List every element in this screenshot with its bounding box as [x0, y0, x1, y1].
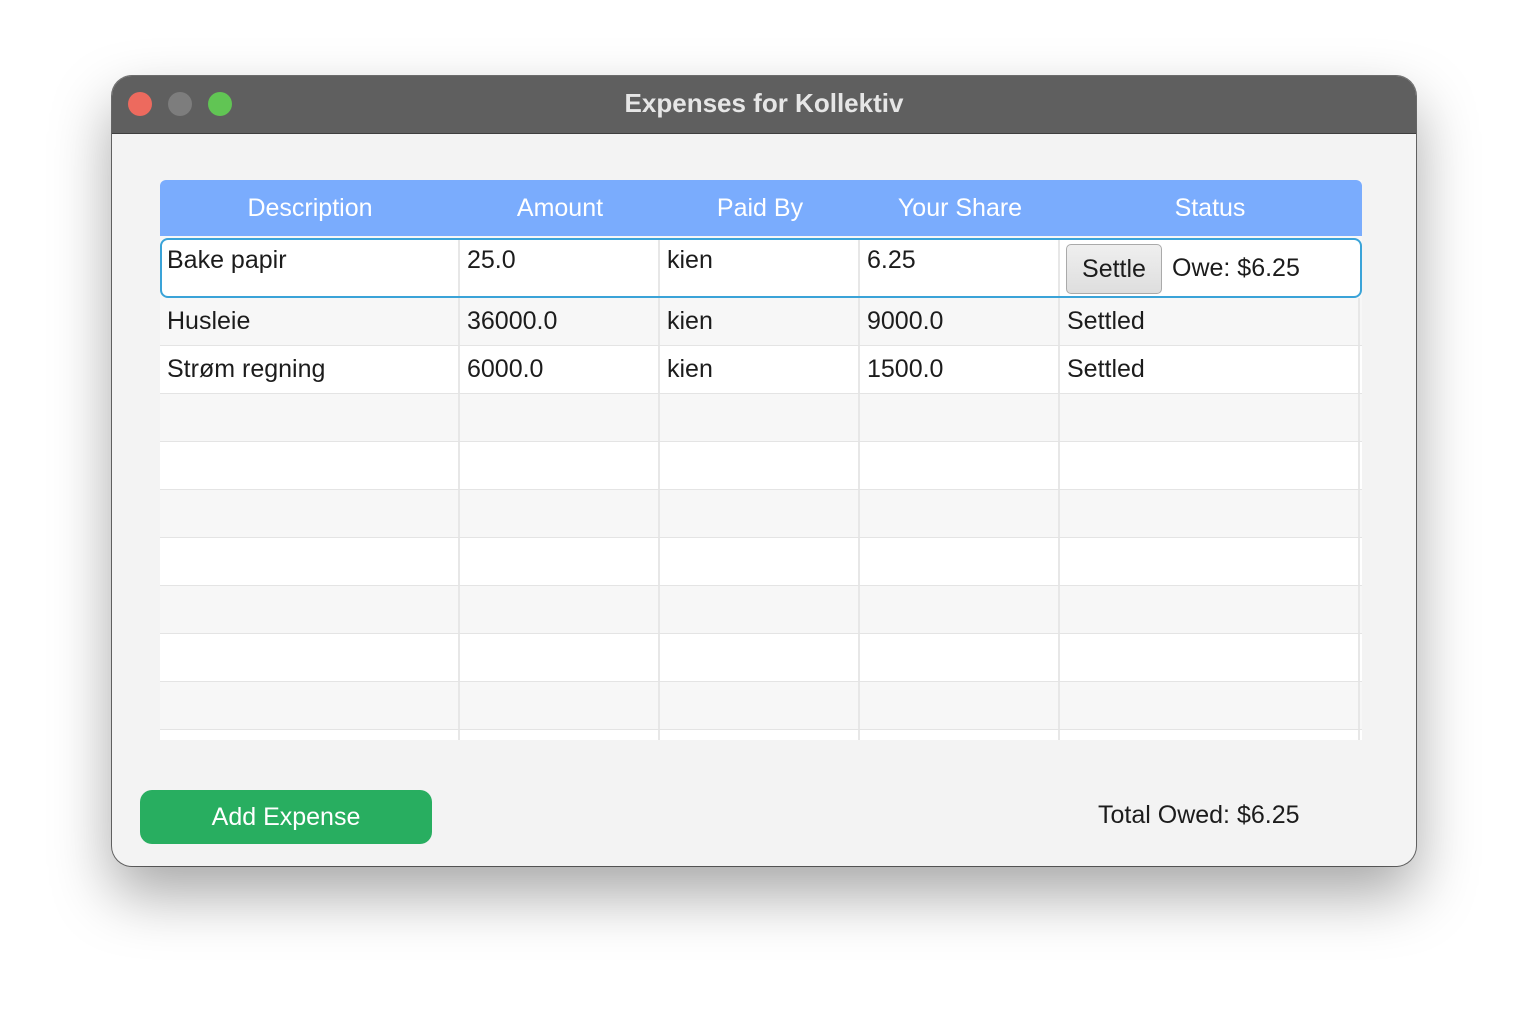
column-header-your-share[interactable]: Your Share: [860, 180, 1060, 236]
owe-amount: Owe: $6.25: [1172, 254, 1300, 282]
paid-by-cell: kien: [660, 298, 860, 345]
empty-table-row: [160, 538, 1362, 586]
amount-cell: 6000.0: [460, 346, 660, 393]
empty-table-row: [160, 490, 1362, 538]
status-cell: Settle Owe: $6.25: [1060, 240, 1362, 296]
amount-cell: 36000.0: [460, 298, 660, 345]
description-cell: Husleie: [160, 298, 460, 345]
empty-table-row: [160, 634, 1362, 682]
your-share-cell: 1500.0: [860, 346, 1060, 393]
settle-button[interactable]: Settle: [1066, 244, 1162, 294]
title-bar: Expenses for Kollektiv: [112, 76, 1416, 134]
table-row[interactable]: Strøm regning 6000.0 kien 1500.0 Settled: [160, 346, 1362, 394]
window-title: Expenses for Kollektiv: [624, 88, 904, 118]
status-cell: Settled: [1060, 298, 1360, 345]
your-share-cell: 9000.0: [860, 298, 1060, 345]
paid-by-cell: kien: [660, 346, 860, 393]
table-header: Description Amount Paid By Your Share St…: [160, 180, 1362, 236]
empty-table-row: [160, 586, 1362, 634]
table-row[interactable]: Husleie 36000.0 kien 9000.0 Settled: [160, 298, 1362, 346]
expenses-window: Expenses for Kollektiv Description Amoun…: [112, 76, 1416, 866]
total-owed-label: Total Owed: $6.25: [1098, 801, 1300, 829]
paid-by-cell: kien: [660, 240, 860, 296]
empty-table-row: [160, 682, 1362, 730]
status-cell: Settled: [1060, 346, 1360, 393]
table-row[interactable]: Bake papir 25.0 kien 6.25 Settle Owe: $6…: [160, 238, 1362, 298]
expenses-table[interactable]: Description Amount Paid By Your Share St…: [160, 180, 1362, 740]
column-header-status[interactable]: Status: [1060, 180, 1360, 236]
description-cell: Strøm regning: [160, 346, 460, 393]
column-header-description[interactable]: Description: [160, 180, 460, 236]
description-cell: Bake papir: [160, 240, 460, 296]
amount-cell: 25.0: [460, 240, 660, 296]
your-share-cell: 6.25: [860, 240, 1060, 296]
empty-table-row: [160, 730, 1362, 740]
column-header-amount[interactable]: Amount: [460, 180, 660, 236]
empty-table-row: [160, 442, 1362, 490]
empty-table-row: [160, 394, 1362, 442]
column-header-paid-by[interactable]: Paid By: [660, 180, 860, 236]
add-expense-button[interactable]: Add Expense: [140, 790, 432, 844]
